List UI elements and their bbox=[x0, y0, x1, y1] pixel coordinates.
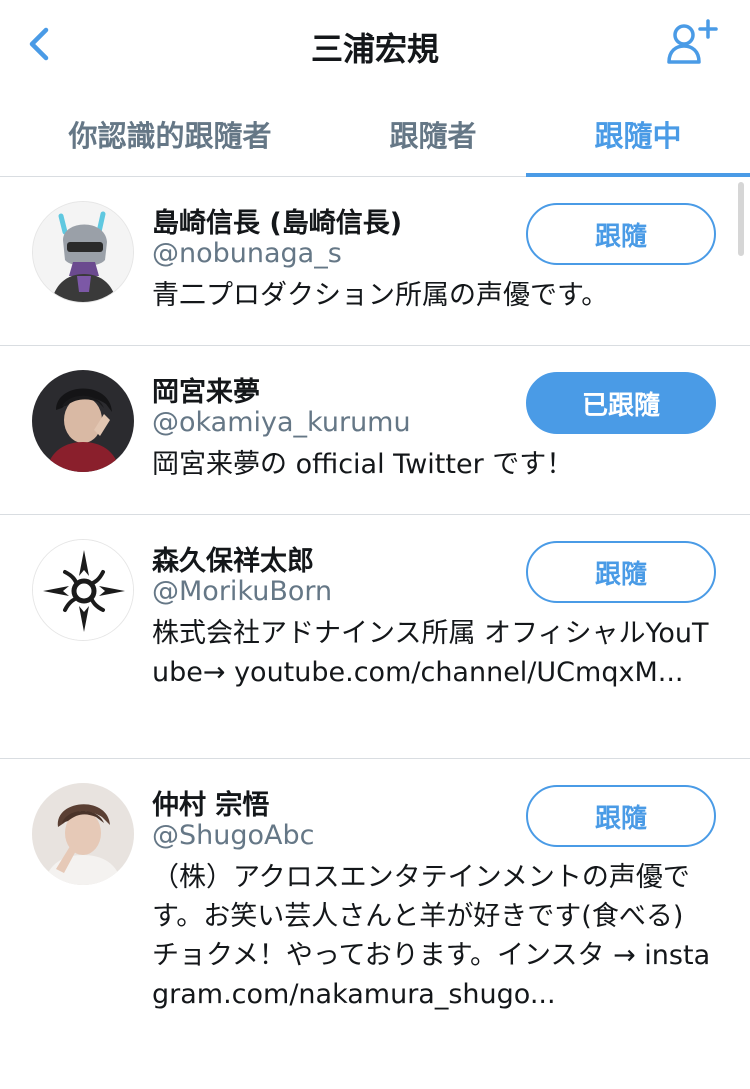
user-handle: @nobunaga_s bbox=[152, 238, 342, 269]
user-handle: @MorikuBorn bbox=[152, 576, 333, 607]
follow-button[interactable]: 跟隨 bbox=[526, 785, 716, 847]
avatar[interactable] bbox=[32, 783, 134, 885]
user-name: 森久保祥太郎 bbox=[152, 546, 314, 577]
page-title: 三浦宏規 bbox=[310, 30, 439, 68]
user-handle: @okamiya_kurumu bbox=[152, 407, 411, 438]
tribal-emblem-icon bbox=[33, 540, 133, 640]
list-item[interactable]: 森久保祥太郎 @MorikuBorn 株式会社アドナインス所属 オフィシャルYo… bbox=[0, 515, 750, 759]
tab-followers[interactable]: 跟隨者 bbox=[340, 92, 526, 176]
add-user-button[interactable] bbox=[666, 18, 722, 68]
user-bio: 株式会社アドナインス所属 オフィシャルYouTube→ youtube.com/… bbox=[152, 618, 709, 688]
user-handle: @ShugoAbc bbox=[152, 820, 315, 851]
user-name: 仲村 宗悟 bbox=[152, 790, 270, 821]
list-item[interactable]: 岡宮来夢 @okamiya_kurumu 岡宮来夢の official Twit… bbox=[0, 346, 750, 515]
user-name: 岡宮来夢 bbox=[152, 377, 260, 408]
avatar[interactable] bbox=[32, 539, 134, 641]
following-button[interactable]: 已跟隨 bbox=[526, 372, 716, 434]
tab-bar: 你認識的跟隨者 跟隨者 跟隨中 bbox=[0, 92, 750, 177]
user-name: 島崎信長 (島崎信長) bbox=[152, 208, 403, 239]
user-bio: 青二プロダクション所属の声優です。 bbox=[152, 280, 609, 311]
list-item[interactable]: 島崎信長 (島崎信長) @nobunaga_s 青二プロダクション所属の声優です… bbox=[0, 177, 750, 346]
user-bio: 岡宮来夢の official Twitter です！ bbox=[152, 449, 574, 480]
add-user-icon bbox=[667, 19, 718, 64]
avatar-photo bbox=[32, 370, 134, 472]
list-item[interactable]: 仲村 宗悟 @ShugoAbc （株）アクロスエンタテインメントの声優です。お笑… bbox=[0, 759, 750, 1089]
tab-following[interactable]: 跟隨中 bbox=[526, 92, 750, 176]
user-bio: （株）アクロスエンタテインメントの声優です。お笑い芸人さんと羊が好きです(食べる… bbox=[152, 862, 711, 1010]
tab-followers-you-know[interactable]: 你認識的跟隨者 bbox=[0, 92, 340, 176]
avatar-illustration bbox=[33, 202, 133, 302]
follow-button[interactable]: 跟隨 bbox=[526, 203, 716, 265]
nav-header: 三浦宏規 bbox=[0, 0, 750, 90]
avatar[interactable] bbox=[32, 370, 134, 472]
avatar-photo bbox=[32, 783, 134, 885]
avatar[interactable] bbox=[32, 201, 134, 303]
follow-button[interactable]: 跟隨 bbox=[526, 541, 716, 603]
